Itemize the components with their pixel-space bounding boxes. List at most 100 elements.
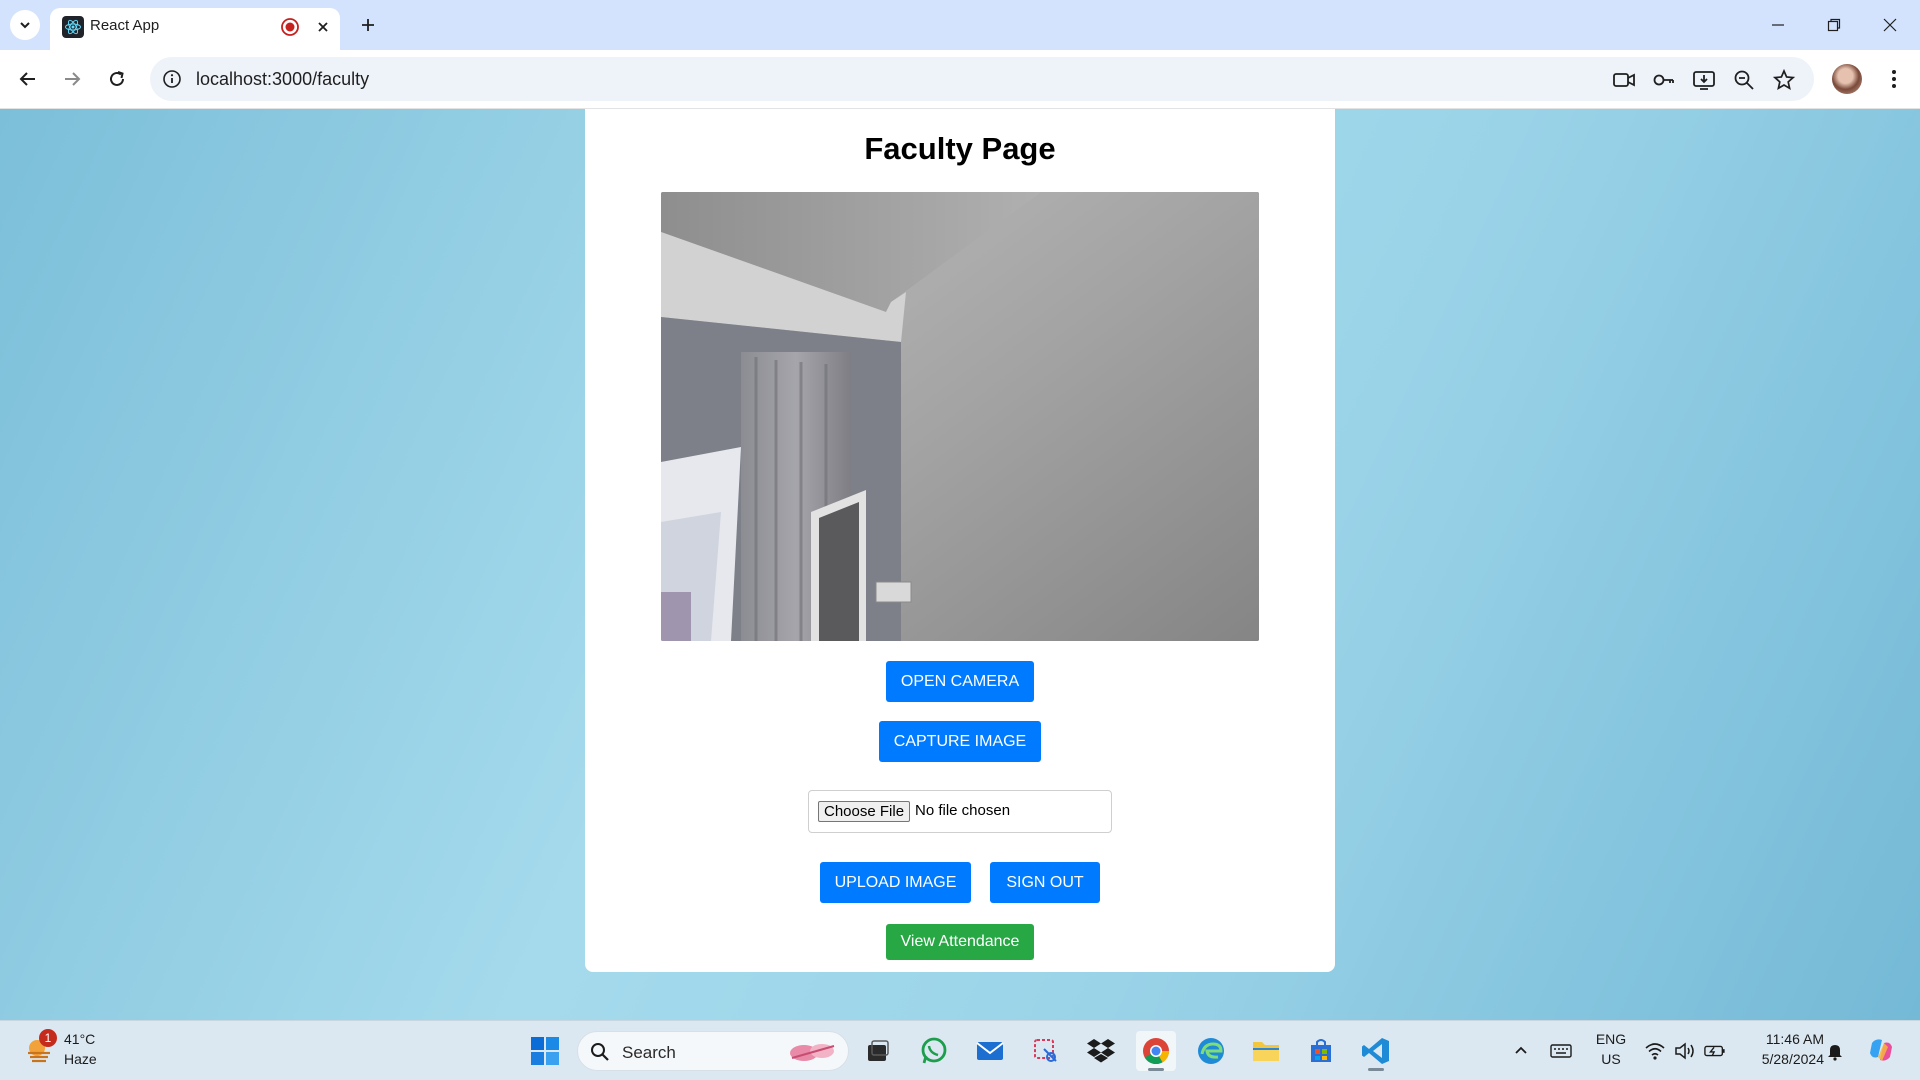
weather-condition: Haze xyxy=(64,1051,97,1067)
browser-menu-button[interactable] xyxy=(1878,63,1910,95)
reload-button[interactable] xyxy=(101,63,133,95)
running-app-indicator xyxy=(1368,1068,1384,1071)
key-icon xyxy=(1653,74,1674,86)
install-app-button[interactable] xyxy=(1690,66,1718,94)
clock-time[interactable]: 11:46 AM xyxy=(1740,1031,1824,1047)
battery-charging-icon xyxy=(1704,1045,1725,1057)
capture-image-button[interactable]: CAPTURE IMAGE xyxy=(879,721,1041,762)
input-language-line1[interactable]: ENG xyxy=(1594,1031,1628,1047)
recording-indicator-icon xyxy=(281,18,299,36)
vscode-button[interactable] xyxy=(1356,1031,1396,1071)
minimize-icon xyxy=(1772,24,1784,26)
choose-file-button[interactable]: Choose File xyxy=(818,801,911,822)
battery-button[interactable] xyxy=(1704,1040,1726,1062)
copilot-icon xyxy=(1870,1039,1892,1061)
active-app-indicator xyxy=(1148,1068,1164,1071)
whatsapp-button[interactable] xyxy=(914,1031,954,1071)
browser-toolbar: localhost:3000/faculty xyxy=(0,50,1920,109)
site-info-icon[interactable] xyxy=(162,69,182,89)
view-attendance-button[interactable]: View Attendance xyxy=(886,924,1034,960)
start-button[interactable] xyxy=(525,1031,565,1071)
back-arrow-icon xyxy=(19,72,35,86)
zoom-button[interactable] xyxy=(1730,66,1758,94)
restore-button[interactable] xyxy=(1806,0,1862,50)
address-bar[interactable]: localhost:3000/faculty xyxy=(150,57,1814,101)
speaker-icon xyxy=(1675,1042,1694,1060)
chevron-up-icon xyxy=(1515,1046,1527,1054)
tab-search-button[interactable] xyxy=(10,10,40,40)
chrome-icon xyxy=(1143,1038,1170,1065)
show-hidden-icons-button[interactable] xyxy=(1510,1040,1532,1062)
mail-icon xyxy=(976,1042,1004,1060)
browser-tab[interactable]: React App xyxy=(50,8,340,50)
edge-icon xyxy=(1198,1038,1224,1064)
whatsapp-icon xyxy=(921,1037,947,1064)
url-text[interactable]: localhost:3000/faculty xyxy=(196,69,369,90)
browser-tabstrip: React App xyxy=(0,0,1920,50)
notifications-button[interactable] xyxy=(1824,1040,1846,1062)
tab-close-button[interactable] xyxy=(312,16,334,38)
input-language-line2[interactable]: US xyxy=(1594,1051,1628,1067)
forward-button[interactable] xyxy=(56,63,88,95)
copilot-button[interactable] xyxy=(1866,1035,1896,1065)
open-camera-button[interactable]: OPEN CAMERA xyxy=(886,661,1034,702)
task-view-button[interactable] xyxy=(858,1031,898,1071)
edge-button[interactable] xyxy=(1191,1031,1231,1071)
search-highlight-icon xyxy=(790,1044,835,1061)
star-icon xyxy=(1773,69,1795,91)
faculty-card: Faculty Page OPEN CAMERA CAPTURE IMAGE C… xyxy=(585,109,1335,972)
close-icon xyxy=(318,22,328,32)
passwords-button[interactable] xyxy=(1650,66,1678,94)
weather-temperature: 41°C xyxy=(64,1031,96,1047)
search-placeholder: Search xyxy=(622,1043,676,1062)
close-window-button[interactable] xyxy=(1862,0,1918,50)
file-status-text: No file chosen xyxy=(915,802,1011,819)
keyboard-icon xyxy=(1550,1044,1572,1058)
page-viewport: Faculty Page OPEN CAMERA CAPTURE IMAGE C… xyxy=(0,109,1920,1020)
new-tab-button[interactable] xyxy=(353,10,383,40)
reload-icon xyxy=(110,71,124,86)
profile-avatar[interactable] xyxy=(1832,64,1862,94)
react-logo-icon xyxy=(62,16,84,38)
weather-alert-badge: 1 xyxy=(39,1029,57,1047)
taskbar-search[interactable]: Search xyxy=(577,1031,849,1071)
file-explorer-icon xyxy=(1253,1042,1279,1061)
more-vertical-icon xyxy=(1892,70,1896,88)
store-button[interactable] xyxy=(1301,1031,1341,1071)
file-explorer-button[interactable] xyxy=(1246,1031,1286,1071)
upload-image-button[interactable]: UPLOAD IMAGE xyxy=(820,862,971,903)
chevron-down-icon xyxy=(20,22,30,29)
vscode-icon xyxy=(1362,1038,1389,1064)
snipping-tool-icon xyxy=(1034,1039,1057,1062)
video-camera-icon xyxy=(1613,73,1635,87)
file-input[interactable]: Choose File No file chosen xyxy=(808,790,1112,833)
store-icon xyxy=(1311,1039,1331,1062)
forward-arrow-icon xyxy=(65,72,81,86)
camera-feed-image xyxy=(661,192,1259,641)
start-icon xyxy=(531,1037,559,1065)
wifi-button[interactable] xyxy=(1644,1040,1666,1062)
chrome-button[interactable] xyxy=(1136,1031,1176,1071)
volume-button[interactable] xyxy=(1674,1040,1696,1062)
page-title: Faculty Page xyxy=(864,131,1056,166)
snipping-tool-button[interactable] xyxy=(1026,1031,1066,1071)
restore-icon xyxy=(1827,18,1841,32)
bookmark-button[interactable] xyxy=(1770,66,1798,94)
back-button[interactable] xyxy=(12,63,44,95)
dropbox-icon xyxy=(1087,1039,1115,1063)
zoom-out-icon xyxy=(1734,70,1754,90)
camera-preview xyxy=(661,192,1259,641)
camera-permission-button[interactable] xyxy=(1610,66,1638,94)
touch-keyboard-button[interactable] xyxy=(1550,1040,1572,1062)
plus-icon xyxy=(362,19,374,31)
search-icon xyxy=(591,1043,609,1061)
bell-snooze-icon xyxy=(1828,1045,1842,1061)
close-icon xyxy=(1883,18,1897,32)
sign-out-button[interactable]: SIGN OUT xyxy=(990,862,1100,903)
task-view-icon xyxy=(868,1040,889,1061)
dropbox-button[interactable] xyxy=(1081,1031,1121,1071)
clock-date[interactable]: 5/28/2024 xyxy=(1740,1051,1824,1067)
mail-button[interactable] xyxy=(970,1031,1010,1071)
minimize-button[interactable] xyxy=(1750,0,1806,50)
wifi-icon xyxy=(1645,1043,1665,1060)
